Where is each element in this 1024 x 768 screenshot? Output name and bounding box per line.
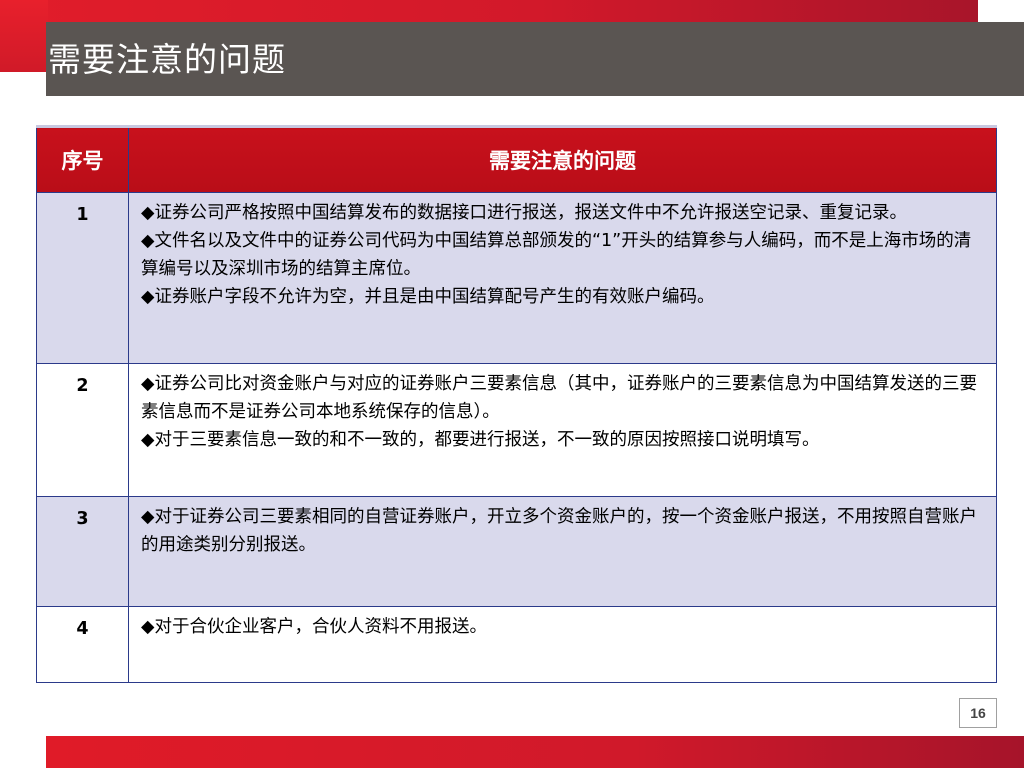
issue-item: ◆对于合伙企业客户，合伙人资料不用报送。 (141, 617, 487, 637)
issue-item: ◆对于证券公司三要素相同的自营证券账户，开立多个资金账户的，按一个资金账户报送，… (141, 507, 977, 555)
row-number: 2 (36, 363, 129, 497)
row-number: 1 (36, 192, 129, 364)
issue-item: ◆文件名以及文件中的证券公司代码为中国结算总部颁发的“1”开头的结算参与人编码，… (141, 231, 972, 279)
page-number: 16 (959, 698, 997, 728)
top-decorative-band (0, 0, 978, 22)
header-number: 序号 (36, 125, 129, 193)
issue-item: ◆证券公司比对资金账户与对应的证券账户三要素信息（其中，证券账户的三要素信息为中… (141, 374, 977, 422)
row-content: ◆证券公司严格按照中国结算发布的数据接口进行报送，报送文件中不允许报送空记录、重… (128, 192, 997, 364)
row-content: ◆对于合伙企业客户，合伙人资料不用报送。 (128, 606, 997, 683)
table-row: 1 ◆证券公司严格按照中国结算发布的数据接口进行报送，报送文件中不允许报送空记录… (36, 192, 997, 364)
row-number: 4 (36, 606, 129, 683)
issue-item: ◆对于三要素信息一致的和不一致的，都要进行报送，不一致的原因按照接口说明填写。 (141, 430, 820, 450)
header-issue: 需要注意的问题 (128, 125, 997, 193)
title-bar: 需要注意的问题 (46, 22, 1024, 96)
issues-table: 序号 需要注意的问题 1 ◆证券公司严格按照中国结算发布的数据接口进行报送，报送… (36, 125, 997, 683)
issue-item: ◆证券账户字段不允许为空，并且是由中国结算配号产生的有效账户编码。 (141, 287, 715, 307)
issue-item: ◆证券公司严格按照中国结算发布的数据接口进行报送，报送文件中不允许报送空记录、重… (141, 203, 907, 223)
table-header-row: 序号 需要注意的问题 (36, 125, 997, 193)
row-content: ◆对于证券公司三要素相同的自营证券账户，开立多个资金账户的，按一个资金账户报送，… (128, 496, 997, 607)
table-row: 4 ◆对于合伙企业客户，合伙人资料不用报送。 (36, 606, 997, 683)
table-row: 2 ◆证券公司比对资金账户与对应的证券账户三要素信息（其中，证券账户的三要素信息… (36, 363, 997, 497)
row-content: ◆证券公司比对资金账户与对应的证券账户三要素信息（其中，证券账户的三要素信息为中… (128, 363, 997, 497)
slide-title: 需要注意的问题 (48, 40, 286, 79)
bottom-decorative-band (46, 736, 1024, 768)
left-decorative-tab (0, 0, 48, 72)
table-row: 3 ◆对于证券公司三要素相同的自营证券账户，开立多个资金账户的，按一个资金账户报… (36, 496, 997, 607)
row-number: 3 (36, 496, 129, 607)
